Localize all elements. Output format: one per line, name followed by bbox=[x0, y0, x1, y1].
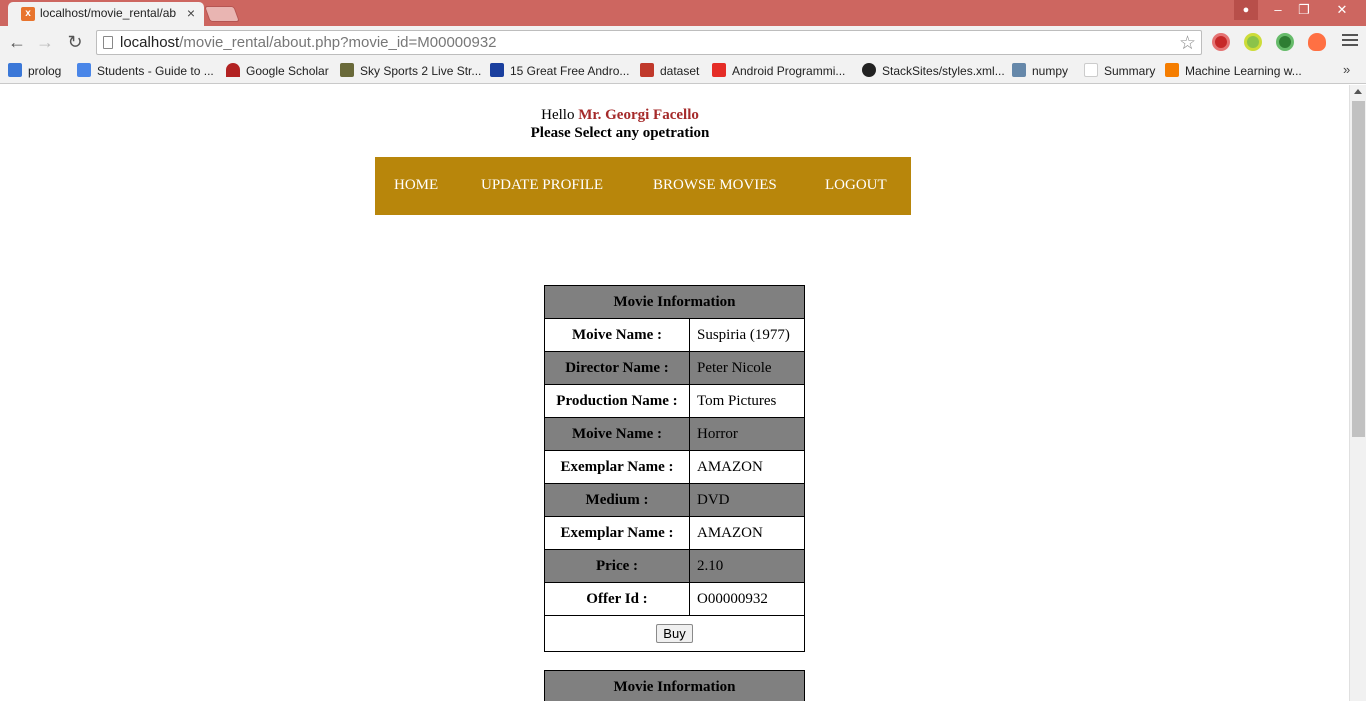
row-label: Production Name : bbox=[544, 384, 690, 418]
bookmark-item[interactable]: 15 Great Free Andro... bbox=[490, 62, 629, 80]
nav-home[interactable]: HOME bbox=[394, 177, 438, 194]
bookmark-item[interactable]: numpy bbox=[1012, 62, 1068, 80]
tab-title: localhost/movie_rental/ab bbox=[40, 6, 177, 20]
row-label: Moive Name : bbox=[544, 417, 690, 451]
restore-icon[interactable]: ❐ bbox=[1291, 0, 1317, 20]
vertical-scrollbar[interactable] bbox=[1349, 85, 1366, 701]
bookmark-item[interactable]: Machine Learning w... bbox=[1165, 62, 1302, 80]
row-label: Price : bbox=[544, 549, 690, 583]
row-value: Tom Pictures bbox=[689, 384, 805, 418]
row-value: Horror bbox=[689, 417, 805, 451]
table-row: Exemplar Name : AMAZON bbox=[544, 450, 805, 484]
scholar-icon bbox=[226, 63, 240, 77]
reload-icon[interactable]: ↻ bbox=[64, 31, 86, 53]
row-value: Peter Nicole bbox=[689, 351, 805, 385]
bookmark-item[interactable]: Google Scholar bbox=[226, 62, 329, 80]
scroll-up-arrow-icon[interactable] bbox=[1354, 89, 1362, 94]
buy-button[interactable]: Buy bbox=[656, 624, 693, 643]
table-row: Production Name : Tom Pictures bbox=[544, 384, 805, 418]
table-row: Offer Id : O00000932 bbox=[544, 582, 805, 616]
extension-id-icon[interactable] bbox=[1276, 33, 1294, 51]
nav-update-profile[interactable]: UPDATE PROFILE bbox=[481, 177, 603, 194]
nav-logout[interactable]: LOGOUT bbox=[825, 177, 887, 194]
page-icon bbox=[103, 36, 113, 49]
bookmarks-bar: prolog Students - Guide to ... Google Sc… bbox=[0, 58, 1366, 84]
bookmark-item[interactable]: Sky Sports 2 Live Str... bbox=[340, 62, 481, 80]
efy-icon bbox=[490, 63, 504, 77]
movie-info-title: Movie Information bbox=[544, 285, 805, 319]
movie-info-table: Movie Information bbox=[544, 670, 805, 701]
blogger-icon bbox=[1165, 63, 1179, 77]
bookmarks-overflow-icon[interactable]: » bbox=[1343, 62, 1350, 77]
table-row: Exemplar Name : AMAZON bbox=[544, 516, 805, 550]
browser-toolbar: ← → ↻ localhost/movie_rental/about.php?m… bbox=[0, 26, 1366, 58]
quora-icon bbox=[640, 63, 654, 77]
minimize-icon[interactable]: – bbox=[1265, 0, 1291, 20]
row-value: 2.10 bbox=[689, 549, 805, 583]
row-value: Suspiria (1977) bbox=[689, 318, 805, 352]
table-row: Moive Name : Horror bbox=[544, 417, 805, 451]
back-icon[interactable]: ← bbox=[6, 31, 28, 53]
blank-page-icon bbox=[1084, 63, 1098, 77]
sky-sports-icon bbox=[340, 63, 354, 77]
xampp-favicon-icon: x bbox=[21, 7, 35, 21]
bookmark-item[interactable]: prolog bbox=[8, 62, 61, 80]
nav-browse-movies[interactable]: BROWSE MOVIES bbox=[653, 177, 777, 194]
extension-stop-icon[interactable] bbox=[1212, 33, 1230, 51]
bookmark-item[interactable]: dataset bbox=[640, 62, 699, 80]
table-row: Moive Name : Suspiria (1977) bbox=[544, 318, 805, 352]
address-bar[interactable]: localhost/movie_rental/about.php?movie_i… bbox=[96, 30, 1202, 55]
extension-chat-icon[interactable] bbox=[1244, 33, 1262, 51]
row-value: O00000932 bbox=[689, 582, 805, 616]
greeting-prefix: Hello bbox=[541, 107, 575, 123]
new-tab-button[interactable] bbox=[204, 6, 240, 22]
bookmark-item[interactable]: StackSites/styles.xml... bbox=[862, 62, 1005, 80]
hamburger-menu-icon[interactable] bbox=[1342, 31, 1358, 51]
row-label: Exemplar Name : bbox=[544, 450, 690, 484]
row-label: Medium : bbox=[544, 483, 690, 517]
bookmark-item[interactable]: Students - Guide to ... bbox=[77, 62, 214, 80]
browser-titlebar: x localhost/movie_rental/ab × ● – ❐ ✕ bbox=[0, 0, 1366, 26]
close-window-icon[interactable]: ✕ bbox=[1329, 0, 1355, 20]
forward-icon[interactable]: → bbox=[34, 31, 56, 53]
row-value: AMAZON bbox=[689, 516, 805, 550]
bookmark-item[interactable]: Android Programmi... bbox=[712, 62, 845, 80]
row-label: Offer Id : bbox=[544, 582, 690, 616]
user-profile-icon[interactable]: ● bbox=[1234, 0, 1258, 20]
page-content: Hello Mr. Georgi Facello Please Select a… bbox=[0, 85, 1349, 701]
movie-info-table: Movie Information Moive Name : Suspiria (… bbox=[544, 285, 805, 652]
user-name: Mr. Georgi Facello bbox=[578, 107, 699, 123]
table-row: Price :2.10 bbox=[544, 549, 805, 583]
bookmark-item[interactable]: Summary bbox=[1084, 62, 1155, 80]
url-text[interactable]: localhost/movie_rental/about.php?movie_i… bbox=[120, 34, 497, 51]
row-value: AMAZON bbox=[689, 450, 805, 484]
greeting: Hello Mr. Georgi Facello bbox=[0, 107, 1240, 124]
row-label: Moive Name : bbox=[544, 318, 690, 352]
tab-close-icon[interactable]: × bbox=[184, 5, 198, 21]
row-value: DVD bbox=[689, 483, 805, 517]
google-icon bbox=[77, 63, 91, 77]
numpy-icon bbox=[1012, 63, 1026, 77]
prolog-icon bbox=[8, 63, 22, 77]
github-icon bbox=[862, 63, 876, 77]
row-label: Exemplar Name : bbox=[544, 516, 690, 550]
main-nav: HOME UPDATE PROFILE BROWSE MOVIES LOGOUT bbox=[375, 157, 911, 215]
bookmark-star-icon[interactable]: ☆ bbox=[1179, 32, 1196, 55]
movie-info-title: Movie Information bbox=[544, 670, 805, 701]
row-label: Director Name : bbox=[544, 351, 690, 385]
youtube-icon bbox=[712, 63, 726, 77]
table-row: Buy bbox=[544, 615, 805, 652]
scrollbar-thumb[interactable] bbox=[1352, 101, 1365, 437]
browser-tab[interactable]: x localhost/movie_rental/ab × bbox=[8, 2, 204, 26]
operation-prompt: Please Select any opetration bbox=[530, 125, 710, 141]
table-row: Medium : DVD bbox=[544, 483, 805, 517]
table-row: Director Name : Peter Nicole bbox=[544, 351, 805, 385]
extension-fire-icon[interactable] bbox=[1308, 33, 1326, 51]
